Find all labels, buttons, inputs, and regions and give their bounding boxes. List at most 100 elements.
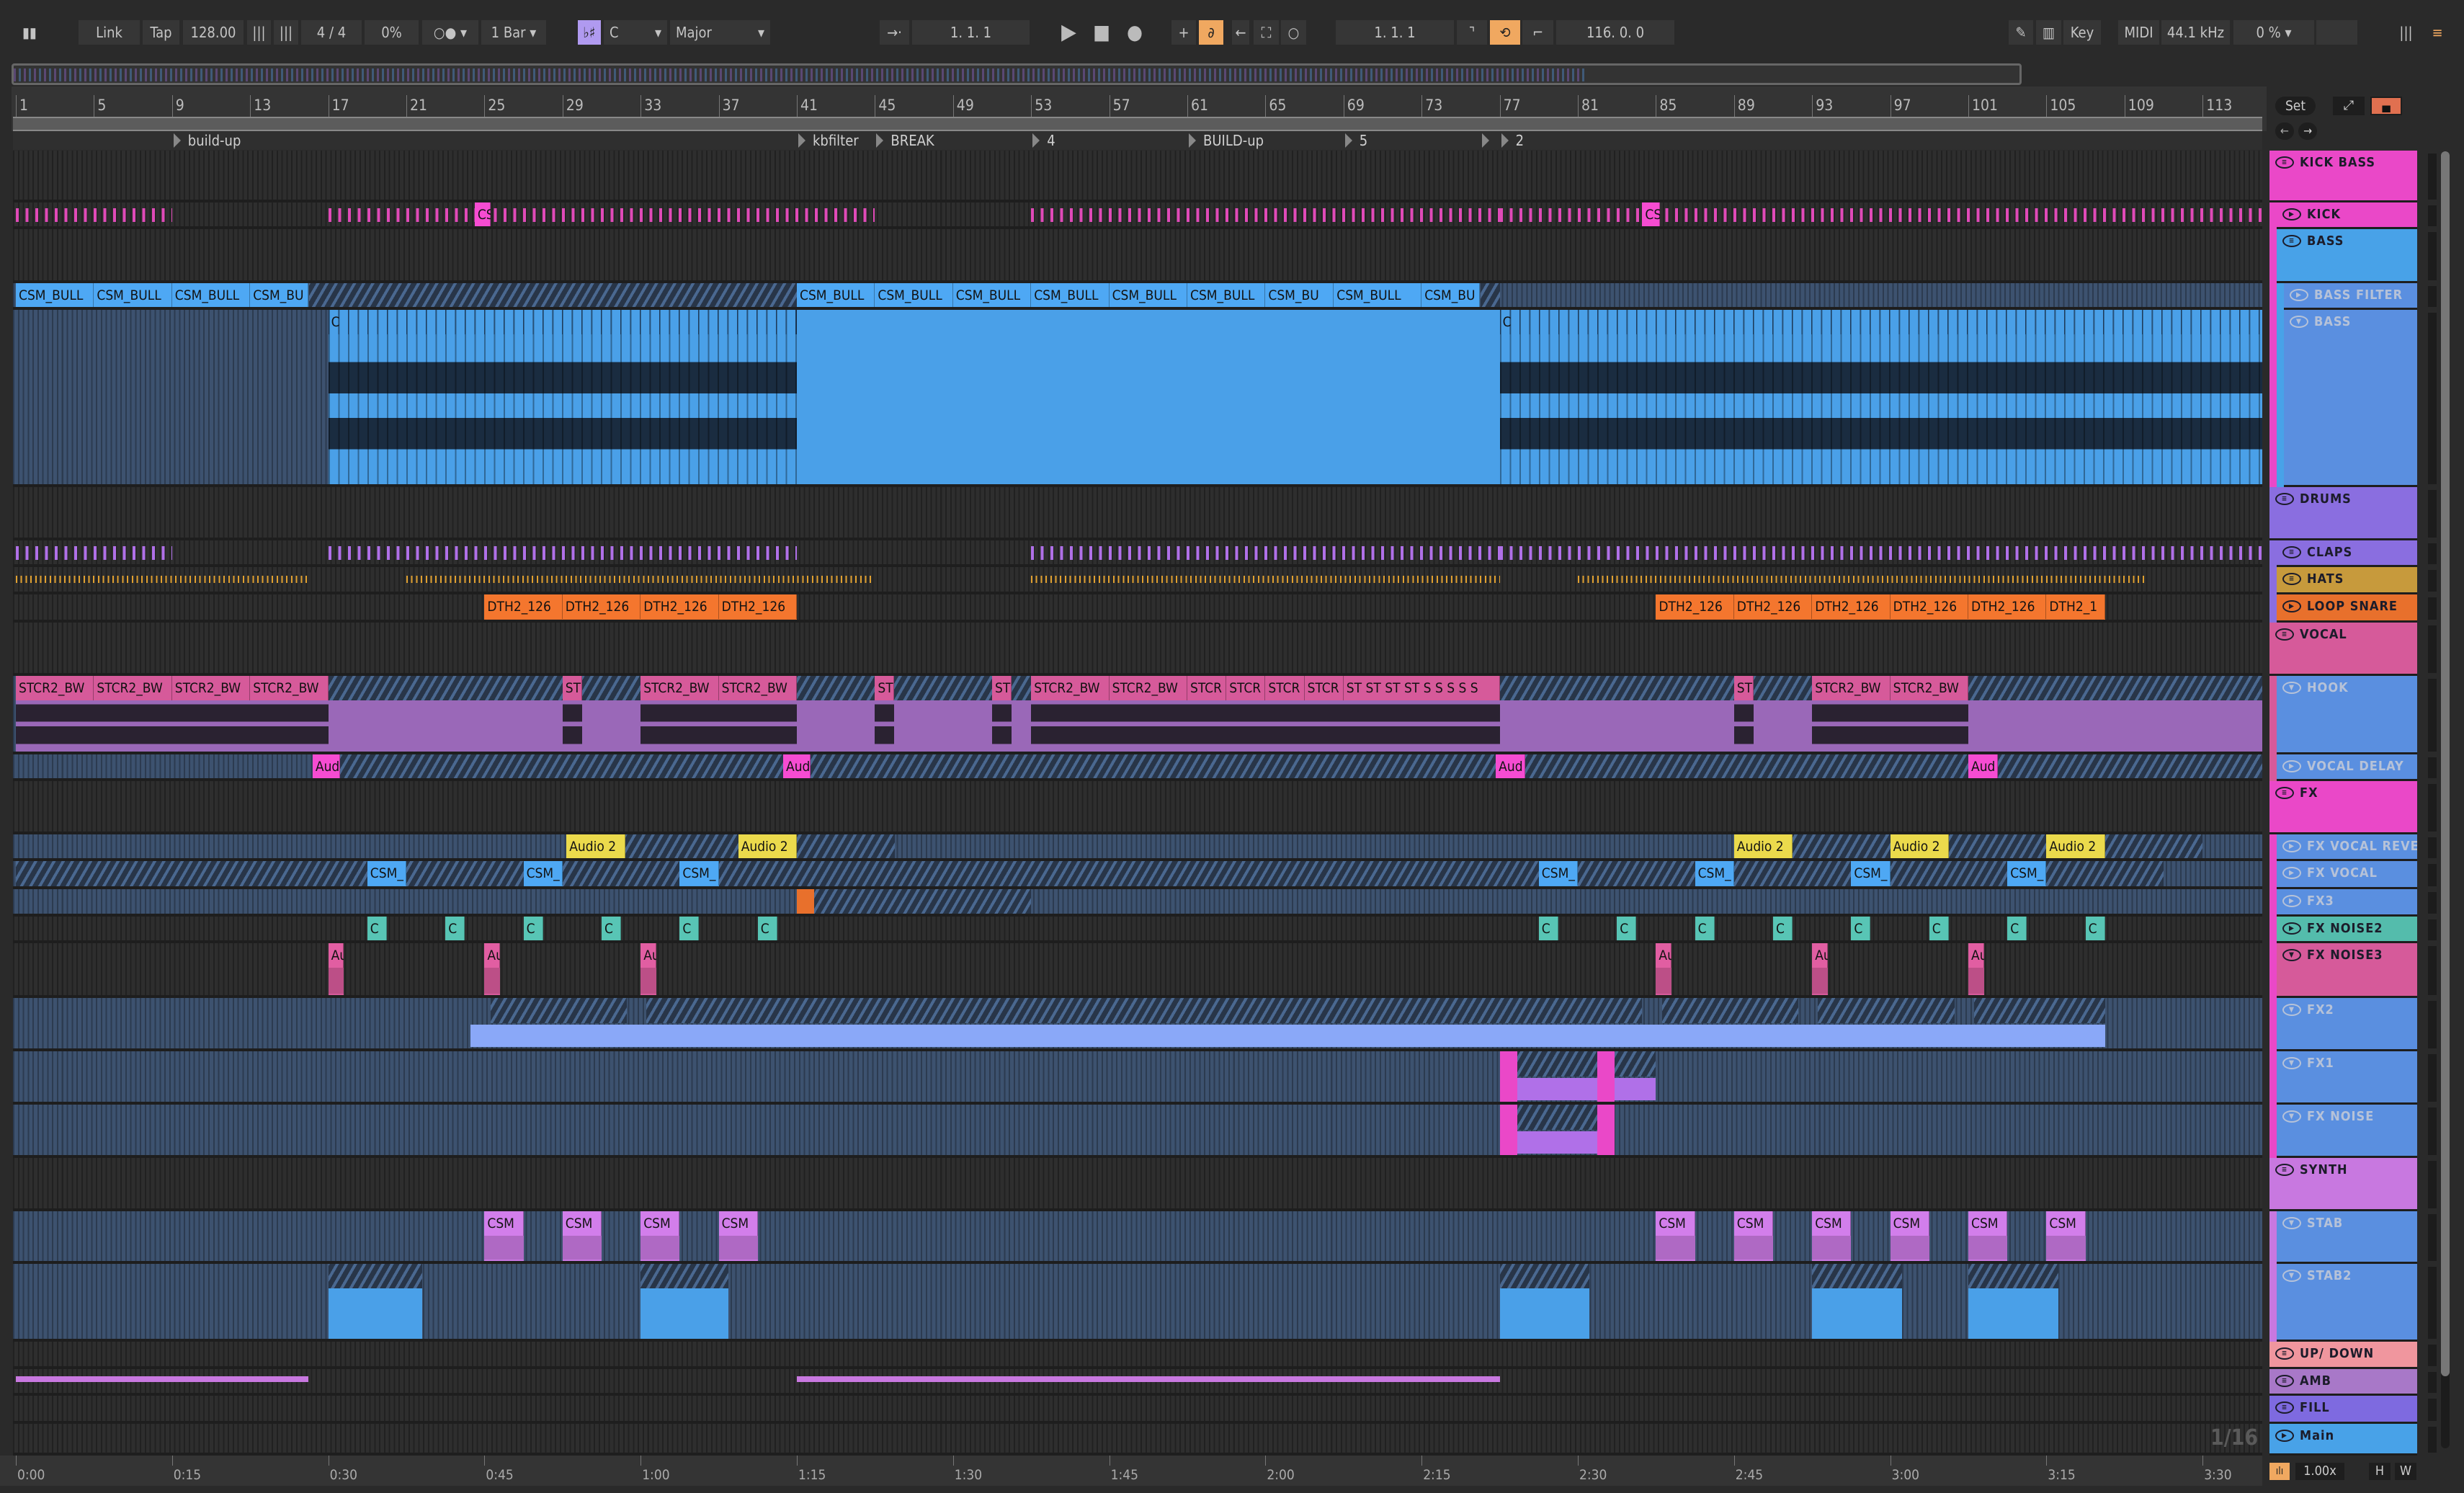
track-lane[interactable]	[13, 487, 2262, 540]
clip[interactable]	[640, 1264, 729, 1339]
capture-icon[interactable]: ⛶	[1254, 20, 1279, 45]
clip[interactable]: DTH2_126	[1812, 594, 1891, 620]
play-track-icon[interactable]: ▶	[2282, 208, 2301, 220]
cpu-load-dropdown[interactable]: 0 % ▾	[2233, 20, 2314, 45]
keyboard-icon[interactable]: ▥	[2036, 20, 2061, 45]
deactivated-region[interactable]	[2104, 834, 2203, 858]
clip[interactable]: CSM_BULL	[16, 283, 94, 307]
locator-marker[interactable]: kbfilter	[797, 131, 859, 150]
clip[interactable]: DTH2_126	[484, 594, 563, 620]
clip[interactable]: STCR2_BW	[640, 676, 719, 752]
track-header-fx3[interactable]: ▶ FX3	[2277, 889, 2417, 917]
clip[interactable]	[1597, 1051, 1615, 1102]
track-lane[interactable]	[13, 1264, 2262, 1342]
play-track-icon[interactable]: ▶	[2282, 895, 2301, 907]
clip[interactable]: CSM_	[679, 861, 719, 886]
quantize-dropdown[interactable]: 1 Bar ▾	[481, 20, 546, 45]
track-lane[interactable]: CSM_ CSM_ CSM_ CSM_ CSM_ CSM_ CSM_	[13, 861, 2262, 889]
loop-length-field[interactable]: 116. 0. 0	[1556, 20, 1674, 45]
follow-icon[interactable]: →·	[880, 20, 909, 45]
fold-group-icon[interactable]: ≡	[2275, 1375, 2294, 1387]
track-header-fx1[interactable]: ▼ FX1	[2277, 1051, 2417, 1105]
midi-pattern-clip[interactable]	[328, 208, 875, 222]
fold-group-icon[interactable]: ≡	[2282, 546, 2301, 558]
play-track-icon[interactable]: ▶	[2282, 867, 2301, 879]
track-header-claps[interactable]: ≡ CLAPS	[2277, 540, 2417, 567]
clip[interactable]: C	[1499, 310, 2262, 484]
clip[interactable]: STCR	[1226, 676, 1266, 752]
midi-pattern-clip[interactable]	[1499, 208, 2262, 222]
track-header-loop-snare[interactable]: ▶ LOOP SNARE	[2277, 594, 2417, 623]
clip[interactable]: C	[679, 917, 700, 940]
clip[interactable]: CSM_	[523, 861, 563, 886]
track-header-stab[interactable]: ▼ STAB	[2277, 1211, 2417, 1264]
deactivated-region[interactable]	[646, 998, 1643, 1023]
clip[interactable]: CSM	[562, 1211, 602, 1261]
clip[interactable]	[1499, 1078, 1656, 1100]
deactivated-region[interactable]	[406, 861, 524, 886]
clip[interactable]: STCR2_BW	[16, 676, 94, 752]
deactivated-region[interactable]	[1890, 861, 2008, 886]
collapse-icon[interactable]: ▼	[2290, 316, 2308, 328]
track-lane[interactable]: STCR2_BW STCR2_BW STCR2_BW STCR2_BW ST STCR2_…	[13, 676, 2262, 754]
clip[interactable]: Audio 2	[2046, 834, 2105, 858]
track-lane[interactable]: Audio 2 Audio 2 Audio 2 Audio 2 Audio 2	[13, 834, 2262, 861]
clip[interactable]: CSM_BULL	[94, 283, 172, 307]
deactivated-region[interactable]	[562, 861, 680, 886]
clip[interactable]: Au	[1812, 943, 1828, 995]
arrangement-overview[interactable]	[12, 63, 2022, 85]
clip[interactable]: Audio 2	[1890, 834, 1949, 858]
draw-mode-icon[interactable]: ✎	[2009, 20, 2033, 45]
midi-pattern-clip[interactable]	[1031, 208, 1500, 222]
clip[interactable]: C	[523, 917, 543, 940]
track-lane[interactable]	[13, 1105, 2262, 1158]
track-header-fx2[interactable]: ▼ FX2	[2277, 998, 2417, 1051]
locator-marker[interactable]: 2	[1500, 131, 1524, 150]
deactivated-region[interactable]	[1480, 283, 1500, 307]
clip[interactable]: CSM	[718, 1211, 758, 1261]
locator-row[interactable]: build-up kbfilter BREAK 4 BUILD-up 5 2	[13, 131, 2262, 150]
midi-pattern-clip[interactable]	[16, 208, 172, 222]
track-lane[interactable]	[13, 229, 2262, 283]
fold-group-icon[interactable]: ≡	[2275, 1347, 2294, 1360]
track-header-fx-noise[interactable]: ▼ FX NOISE	[2277, 1105, 2417, 1158]
track-header-hats[interactable]: ≡ HATS	[2277, 567, 2417, 594]
deactivated-region[interactable]	[718, 861, 1539, 886]
clip[interactable]: CSM	[1812, 1211, 1852, 1261]
deactivated-region[interactable]	[16, 861, 367, 886]
locator-marker[interactable]: 4	[1031, 131, 1055, 150]
clip[interactable]: C	[1851, 917, 1871, 940]
clip[interactable]: CSM_	[1851, 861, 1891, 886]
track-header-main[interactable]: ▶ Main	[2269, 1424, 2417, 1456]
loop-start-field[interactable]: 1. 1. 1	[1336, 20, 1454, 45]
track-lane[interactable]	[13, 567, 2262, 594]
clip[interactable]: Au	[640, 943, 656, 995]
clip[interactable]: DTH2_126	[1890, 594, 1968, 620]
clip[interactable]: CSM_BULL	[952, 283, 1032, 307]
deactivated-region[interactable]	[308, 283, 797, 307]
clip[interactable]: ST	[1733, 676, 1754, 752]
clip[interactable]: C	[367, 917, 387, 940]
deactivated-region[interactable]	[490, 998, 628, 1023]
locator-marker[interactable]: BREAK	[875, 131, 934, 150]
collapse-icon[interactable]: ▼	[2282, 1057, 2301, 1069]
track-lane[interactable]: CSM CSM CSM CSM CSM CSM CSM CSM CSM CSM	[13, 1211, 2262, 1264]
next-locator-icon[interactable]: →	[2298, 122, 2317, 140]
lock-icon[interactable]: ▄	[2370, 97, 2402, 115]
clip[interactable]: DTH2_126	[1656, 594, 1734, 620]
optimize-height-button[interactable]: H	[2369, 1463, 2391, 1480]
collapse-icon[interactable]: ▼	[2282, 1217, 2301, 1229]
clip[interactable]: ST	[562, 676, 582, 752]
midi-pattern-clip[interactable]	[1578, 576, 2144, 583]
track-lane[interactable]	[13, 623, 2262, 676]
clip[interactable]: STCR2_BW	[250, 676, 329, 752]
track-lane[interactable]	[13, 1369, 2262, 1396]
play-track-icon[interactable]: ▶	[2282, 600, 2301, 612]
clip[interactable]: STCR	[1187, 676, 1227, 752]
track-header-stab2[interactable]: ▼ STAB2	[2277, 1264, 2417, 1342]
midi-pattern-clip[interactable]	[1499, 546, 2262, 560]
clip[interactable]: ST ST ST ST S S S S S	[1343, 676, 1500, 752]
deactivated-region[interactable]	[1733, 861, 1852, 886]
clip[interactable]: C	[1773, 917, 1793, 940]
deactivated-region[interactable]	[2046, 861, 2164, 886]
